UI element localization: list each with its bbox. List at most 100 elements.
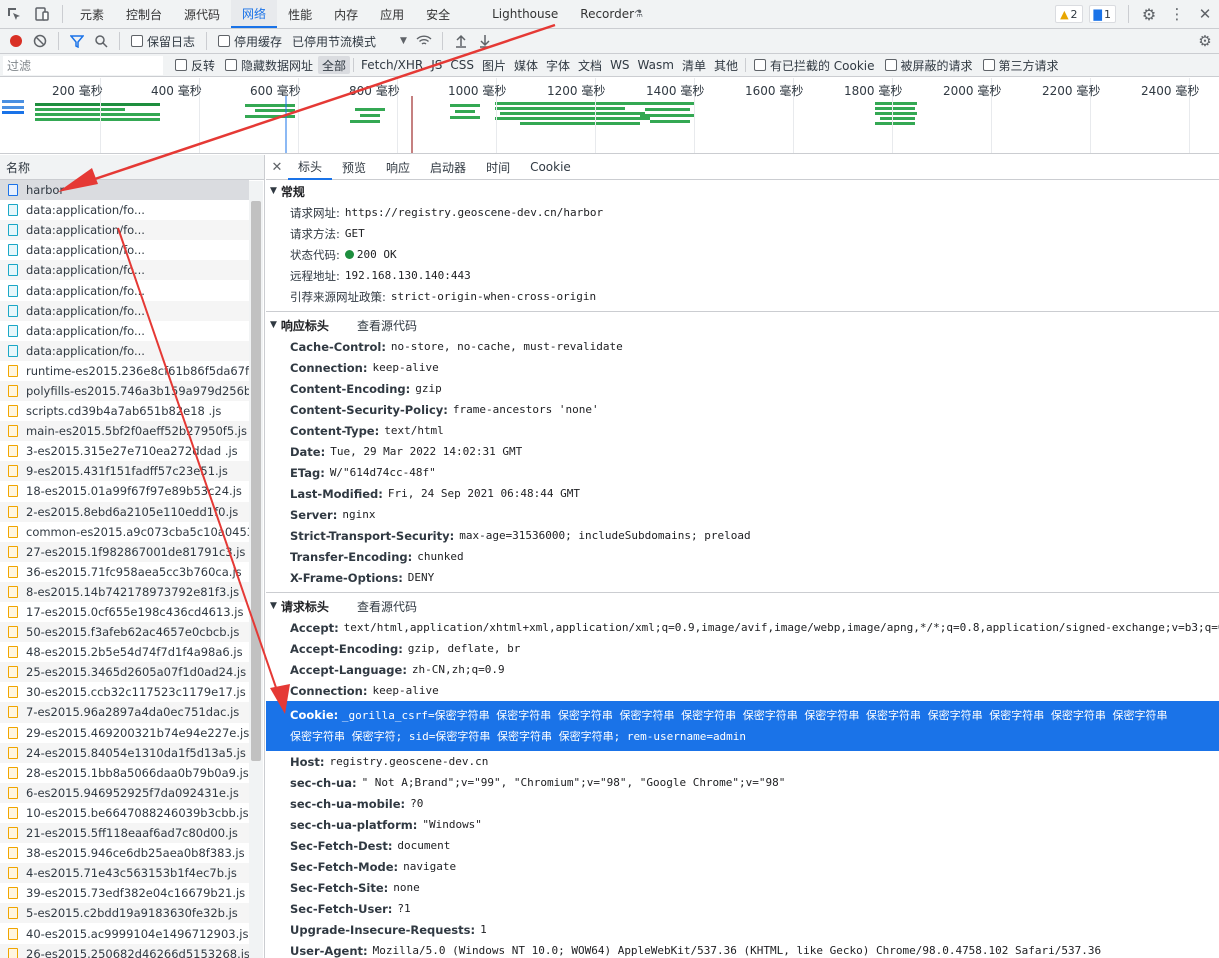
detail-tab-1[interactable]: 预览 [332,155,376,180]
close-icon[interactable]: ✕ [1191,0,1219,28]
cookie-header-row[interactable]: Cookie: _gorilla_csrf=保密字符串 保密字符串 保密字符串 … [266,701,1219,751]
request-row[interactable]: 50-es2015.f3afeb62ac4657e0cbcb.js [0,622,249,643]
clear-button[interactable] [28,29,52,53]
header-row[interactable]: sec-ch-ua: " Not A;Brand";v="99", "Chromi… [266,772,1219,793]
header-row[interactable]: Transfer-Encoding: chunked [266,546,1219,567]
request-row[interactable]: data:application/fo... [0,321,249,341]
header-row[interactable]: Accept: text/html,application/xhtml+xml,a… [266,617,1219,638]
request-row[interactable]: 21-es2015.5ff118eaaf6ad7c80d00.js [0,823,249,844]
header-row[interactable]: Cache-Control: no-store, no-cache, must-r… [266,336,1219,357]
request-row[interactable]: 24-es2015.84054e1310da1f5d13a5.js [0,742,249,763]
request-row[interactable]: data:application/fo... [0,240,249,260]
request-row[interactable]: main-es2015.5bf2f0aeff52b27950f5.js [0,421,249,442]
request-row[interactable]: 7-es2015.96a2897a4da0ec751dac.js [0,702,249,723]
type-filter-2[interactable]: JS [427,56,446,74]
request-row[interactable]: 17-es2015.0cf655e198c436cd4613.js [0,602,249,622]
request-row[interactable]: 25-es2015.3465d2605a07f1d0ad24.js [0,662,249,683]
request-row[interactable]: data:application/fo... [0,340,249,361]
detail-tab-2[interactable]: 响应 [376,155,420,180]
detail-tab-4[interactable]: 时间 [476,155,520,180]
type-filter-0[interactable]: 全部 [318,56,351,74]
panel-tab-0[interactable]: 元素 [69,0,115,28]
header-row[interactable]: ETag: W/"614d74cc-48f" [266,462,1219,483]
panel-tab-3[interactable]: 网络 [231,0,278,28]
request-row[interactable]: 8-es2015.14b742178973792e81f3.js [0,581,249,602]
header-row[interactable]: User-Agent: Mozilla/5.0 (Windows NT 10.0;… [266,940,1219,958]
request-row[interactable]: data:application/fo... [0,220,249,241]
panel-tab-7[interactable]: 安全 [415,0,461,28]
header-row[interactable]: Connection: keep-alive [266,357,1219,378]
header-row[interactable]: Strict-Transport-Security: max-age=315360… [266,525,1219,546]
type-filter-4[interactable]: 图片 [478,56,510,74]
request-row[interactable]: 28-es2015.1bb8a5066daa0b79b0a9.js [0,763,249,783]
header-row[interactable]: Content-Encoding: gzip [266,378,1219,399]
request-row[interactable]: 36-es2015.71fc958aea5cc3b760ca.js [0,562,249,582]
request-row[interactable]: 40-es2015.ac9999104e1496712903.js [0,923,249,943]
header-row[interactable]: 远程地址: 192.168.130.140:443 [266,265,1219,286]
request-row[interactable]: 6-es2015.946952925f7da092431e.js [0,782,249,803]
request-row-selected[interactable]: harbor [0,180,249,201]
header-row[interactable]: Accept-Language: zh-CN,zh;q=0.9 [266,659,1219,680]
request-row[interactable]: runtime-es2015.236e8cf61b86f5da67fe.js [0,361,249,381]
device-toolbar-icon[interactable] [28,0,56,28]
settings-gear-icon[interactable]: ⚙ [1135,0,1163,28]
header-row[interactable]: Connection: keep-alive [266,680,1219,701]
header-row[interactable]: Sec-Fetch-Site: none [266,877,1219,898]
header-row[interactable]: Last-Modified: Fri, 24 Sep 2021 06:48:44 … [266,483,1219,504]
panel-tab-8[interactable]: Lighthouse [481,0,569,28]
request-row[interactable]: 5-es2015.c2bdd19a9183630fe32b.js [0,903,249,924]
inspect-element-icon[interactable] [0,0,28,28]
search-button[interactable] [89,29,113,53]
request-row[interactable]: data:application/fo... [0,280,249,300]
detail-tab-0[interactable]: 标头 [288,155,333,180]
request-row[interactable]: 3-es2015.315e27e710ea272ddad .js [0,441,249,461]
request-row[interactable]: polyfills-es2015.746a3b159a979d256b42.js [0,380,249,402]
request-row[interactable]: 39-es2015.73edf382e04c16679b21.js [0,883,249,903]
type-filter-9[interactable]: Wasm [634,56,678,74]
blocked-requests-checkbox[interactable]: 被屏蔽的请求 [884,57,973,74]
filter-button[interactable] [65,29,89,53]
close-detail-icon[interactable]: ✕ [266,160,288,175]
request-row[interactable]: 48-es2015.2b5e54d74f7d1f4a98a6.js [0,642,249,662]
panel-tab-1[interactable]: 控制台 [115,0,173,28]
panel-tab-2[interactable]: 源代码 [173,0,231,28]
request-row[interactable]: 10-es2015.be6647088246039b3cbb.js [0,803,249,823]
request-row[interactable]: data:application/fo... [0,200,249,220]
header-row[interactable]: Accept-Encoding: gzip, deflate, br [266,638,1219,659]
request-row[interactable]: 26-es2015.250682d46266d5153268.js [0,943,249,958]
request-row[interactable]: 2-es2015.8ebd6a2105e110edd1f0.js [0,501,249,522]
network-conditions-button[interactable] [412,29,436,53]
request-row[interactable]: data:application/fo... [0,300,249,321]
type-filter-6[interactable]: 字体 [542,56,574,74]
request-row[interactable]: 38-es2015.946ce6db25aea0b8f383.js [0,843,249,863]
type-filter-7[interactable]: 文档 [574,56,606,74]
type-filter-11[interactable]: 其他 [710,56,742,74]
network-overview-timeline[interactable]: 200 毫秒 400 毫秒 600 毫秒 800 毫秒 1000 毫秒 1200 毫秒 14… [0,78,1219,154]
detail-tab-3[interactable]: 启动器 [420,155,476,180]
view-source-link[interactable]: 查看源代码 [357,317,417,334]
panel-tab-5[interactable]: 内存 [323,0,369,28]
more-options-icon[interactable]: ⋮ [1163,0,1191,28]
filter-input[interactable]: 过滤 [3,55,163,75]
throttling-select[interactable]: 已停用节流模式 ▼ [292,33,407,50]
type-filter-5[interactable]: 媒体 [510,56,542,74]
request-row[interactable]: data:application/fo... [0,260,249,281]
header-row[interactable]: Sec-Fetch-Dest: document [266,835,1219,856]
type-filter-8[interactable]: WS [606,56,633,74]
hide-data-urls-checkbox[interactable]: 隐藏数据网址 [225,57,313,74]
header-row[interactable]: 请求方法: GET [266,223,1219,244]
request-row[interactable]: 27-es2015.1f982867001de81791c3.js [0,541,249,562]
network-settings-button[interactable]: ⚙ [1193,29,1217,53]
request-row[interactable]: 9-es2015.431f151fadff57c23e51.js [0,461,249,482]
header-row[interactable]: Sec-Fetch-User: ?1 [266,898,1219,919]
blocked-cookies-checkbox[interactable]: 有已拦截的 Cookie [753,57,875,74]
header-row[interactable]: Content-Type: text/html [266,420,1219,441]
warnings-badge[interactable]: ▲ 2 [1055,5,1083,23]
header-row[interactable]: Host: registry.geoscene-dev.cn [266,751,1219,772]
request-row[interactable]: scripts.cd39b4a7ab651b82e18 .js [0,401,249,421]
preserve-log-checkbox[interactable]: 保留日志 [131,33,195,50]
import-har-button[interactable] [449,29,473,53]
invert-checkbox[interactable]: 反转 [175,57,215,74]
list-scrollbar-thumb[interactable] [251,201,261,761]
general-section-header[interactable]: ▼ 常规 [266,180,1219,202]
